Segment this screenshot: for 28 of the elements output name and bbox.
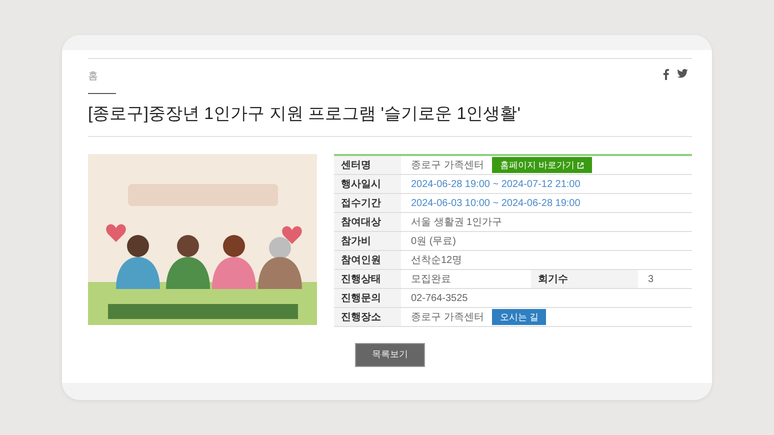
field-label: 진행문의: [334, 289, 401, 308]
field-value: 모집완료: [411, 272, 451, 287]
link-button[interactable]: 홈페이지 바로가기: [492, 157, 592, 174]
field-label: 센터명: [334, 156, 401, 174]
list-button[interactable]: 목록보기: [355, 343, 425, 367]
facebook-icon[interactable]: [663, 69, 669, 80]
field-label: 접수기간: [334, 194, 401, 212]
field-label: 참여인원: [334, 251, 401, 270]
field-value: 종로구 가족센터: [411, 158, 484, 173]
field-value: 02-764-3525: [411, 292, 468, 306]
field-label: 참가비: [334, 232, 401, 250]
page-title: [종로구]중장년 1인가구 지원 프로그램 '슬기로운 1인생활': [88, 104, 692, 138]
field-label: 행사일시: [334, 175, 401, 194]
link-button[interactable]: 오시는 길: [492, 309, 546, 326]
field-label: 회기수: [531, 270, 638, 288]
breadcrumb-home[interactable]: 홈: [88, 69, 98, 84]
twitter-icon[interactable]: [677, 69, 688, 78]
field-value: 2024-06-03 10:00 ~ 2024-06-28 19:00: [411, 196, 580, 211]
field-label: 진행장소: [334, 308, 401, 326]
field-label: 참여대상: [334, 213, 401, 232]
field-value: 3: [648, 272, 654, 287]
field-value: 서울 생활권 1인가구: [411, 216, 502, 230]
field-value: 0원 (무료): [411, 234, 456, 249]
field-value: 2024-06-28 19:00 ~ 2024-07-12 21:00: [411, 178, 580, 192]
external-link-icon: [577, 162, 584, 169]
field-label: 진행상태: [334, 270, 401, 288]
field-value: 종로구 가족센터: [411, 310, 484, 325]
field-value: 선착순12명: [411, 254, 462, 268]
